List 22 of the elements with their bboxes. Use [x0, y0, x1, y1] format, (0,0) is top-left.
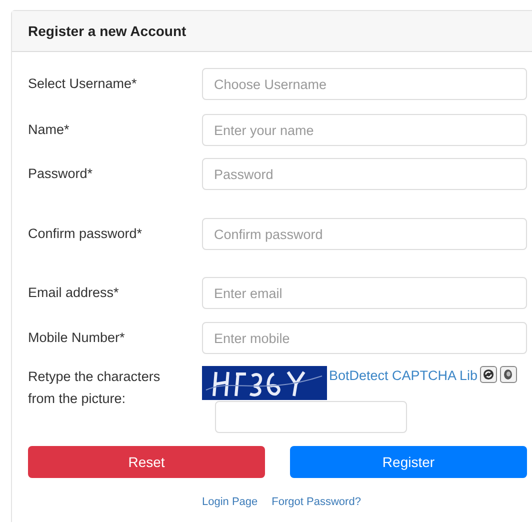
reload-icon[interactable]	[480, 366, 497, 383]
field-label: Select Username*	[28, 74, 138, 93]
text-input[interactable]: Password	[202, 158, 527, 190]
text-input[interactable]: Confirm password	[202, 218, 527, 250]
text-input[interactable]: Enter email	[202, 277, 527, 309]
field-label: Retype the characters from the picture:	[28, 368, 162, 408]
link[interactable]: Forgot Password?	[272, 494, 361, 510]
link[interactable]: Login Page	[202, 494, 258, 510]
speaker-icon[interactable]	[500, 366, 517, 383]
card-title: Register a new Account	[28, 22, 186, 41]
captcha-input[interactable]	[215, 401, 407, 433]
field-label: Mobile Number*	[28, 328, 126, 347]
register-button[interactable]: Register	[290, 446, 527, 478]
field-label: Email address*	[28, 284, 120, 302]
field-label: Name*	[28, 120, 70, 139]
captcha-link[interactable]: BotDetect CAPTCHA Lib	[329, 366, 478, 386]
text-input[interactable]: Enter mobile	[202, 322, 527, 354]
field-label: Confirm password*	[28, 224, 144, 243]
text-input[interactable]: Choose Username	[202, 68, 527, 100]
text-input[interactable]: Enter your name	[202, 114, 527, 146]
field-label: Password*	[28, 164, 94, 183]
reset-button[interactable]: Reset	[28, 446, 265, 478]
